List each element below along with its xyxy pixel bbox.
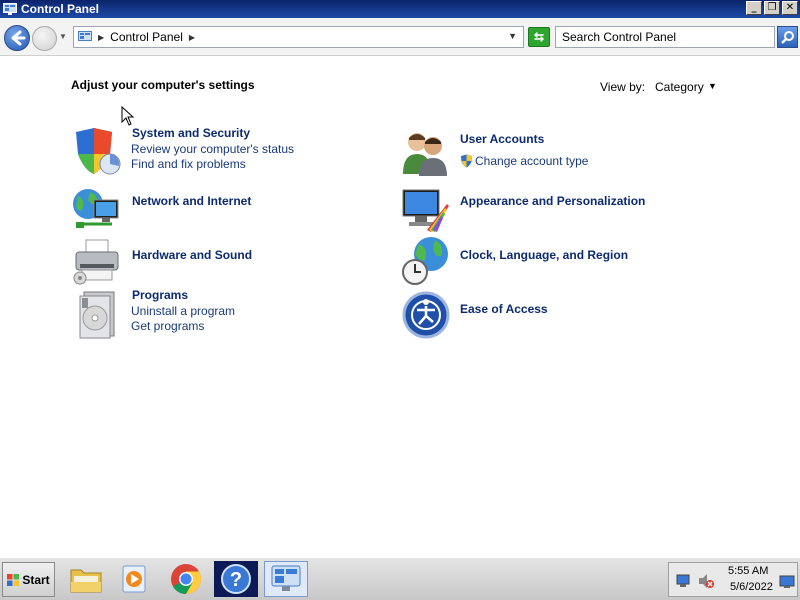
breadcrumb-arrow-icon[interactable]: ▶ — [98, 33, 104, 42]
category-title-programs[interactable]: Programs — [132, 288, 188, 302]
taskbar-media-player[interactable] — [112, 561, 156, 597]
ease-of-access-icon[interactable] — [401, 290, 451, 340]
view-by-dropdown[interactable]: Category — [655, 80, 704, 94]
taskbar-control-panel[interactable] — [264, 561, 308, 597]
taskbar-file-explorer[interactable] — [64, 561, 108, 597]
users-icon[interactable] — [401, 128, 451, 178]
back-button[interactable] — [4, 25, 30, 51]
uac-shield-icon — [461, 154, 472, 168]
link-change-account-type[interactable]: Change account type — [475, 154, 588, 168]
refresh-button[interactable]: ⇆ — [528, 27, 550, 47]
breadcrumb-control-panel[interactable]: Control Panel — [110, 30, 183, 44]
help-icon: ? — [221, 564, 251, 594]
mouse-cursor-icon — [121, 106, 135, 126]
control-panel-icon — [78, 31, 92, 41]
minimize-button[interactable]: _ — [746, 1, 762, 15]
restore-button[interactable]: ❐ — [764, 1, 780, 15]
appearance-icon[interactable] — [401, 186, 451, 236]
address-dropdown-icon[interactable]: ▼ — [508, 31, 517, 41]
chrome-icon — [171, 564, 202, 594]
taskbar-chrome[interactable] — [164, 561, 208, 597]
windows-logo-icon — [7, 573, 20, 586]
page-heading: Adjust your computer's settings — [71, 78, 255, 92]
clock-time[interactable]: 5:55 AM — [728, 565, 768, 577]
start-label: Start — [22, 572, 50, 587]
category-title-clock-language-region[interactable]: Clock, Language, and Region — [460, 248, 628, 262]
chevron-down-icon[interactable]: ▼ — [708, 81, 717, 91]
svg-text:?: ? — [230, 569, 242, 591]
recent-pages-dropdown-icon[interactable]: ▼ — [59, 32, 67, 41]
taskbar: Start ? — [0, 557, 800, 600]
link-review-computer-status[interactable]: Review your computer's status — [131, 142, 294, 156]
title-bar: Control Panel _ ❐ ✕ — [0, 0, 800, 18]
volume-muted-icon[interactable] — [697, 573, 715, 589]
clock-globe-icon[interactable] — [401, 236, 451, 286]
navigation-bar: ▼ ▶ Control Panel ▶ ▼ ⇆ Search Control P… — [0, 18, 800, 56]
category-title-network-and-internet[interactable]: Network and Internet — [132, 194, 251, 208]
window-title: Control Panel — [21, 2, 100, 16]
network-tray-icon[interactable] — [675, 573, 691, 589]
printer-icon[interactable] — [72, 236, 122, 286]
category-title-ease-of-access[interactable]: Ease of Access — [460, 302, 548, 316]
shield-icon[interactable] — [72, 126, 122, 176]
forward-button[interactable] — [32, 26, 57, 51]
close-button[interactable]: ✕ — [782, 1, 798, 15]
breadcrumb-arrow-icon[interactable]: ▶ — [189, 33, 195, 42]
media-player-icon — [122, 565, 146, 593]
back-arrow-icon — [11, 30, 26, 46]
link-find-and-fix-problems[interactable]: Find and fix problems — [131, 157, 246, 171]
search-icon — [780, 31, 794, 44]
start-button[interactable]: Start — [2, 562, 55, 597]
view-by-label: View by: — [600, 80, 646, 94]
address-bar[interactable]: ▶ Control Panel ▶ ▼ — [73, 26, 524, 48]
category-title-system-and-security[interactable]: System and Security — [132, 126, 250, 140]
file-explorer-icon — [70, 569, 102, 593]
refresh-icon: ⇆ — [533, 30, 545, 44]
category-title-user-accounts[interactable]: User Accounts — [460, 132, 544, 146]
network-icon[interactable] — [72, 186, 122, 236]
control-panel-icon — [3, 3, 17, 15]
control-panel-icon — [271, 565, 301, 591]
link-get-programs[interactable]: Get programs — [131, 319, 204, 333]
taskbar-help[interactable]: ? — [214, 561, 258, 597]
programs-icon[interactable] — [72, 290, 122, 340]
search-input[interactable]: Search Control Panel — [555, 26, 775, 48]
category-title-hardware-and-sound[interactable]: Hardware and Sound — [132, 248, 252, 262]
clock-date[interactable]: 5/6/2022 — [730, 581, 773, 593]
category-title-appearance-and-personalization[interactable]: Appearance and Personalization — [460, 194, 645, 208]
search-button[interactable] — [777, 26, 798, 48]
show-desktop-icon[interactable] — [779, 575, 795, 589]
link-uninstall-a-program[interactable]: Uninstall a program — [131, 304, 235, 318]
